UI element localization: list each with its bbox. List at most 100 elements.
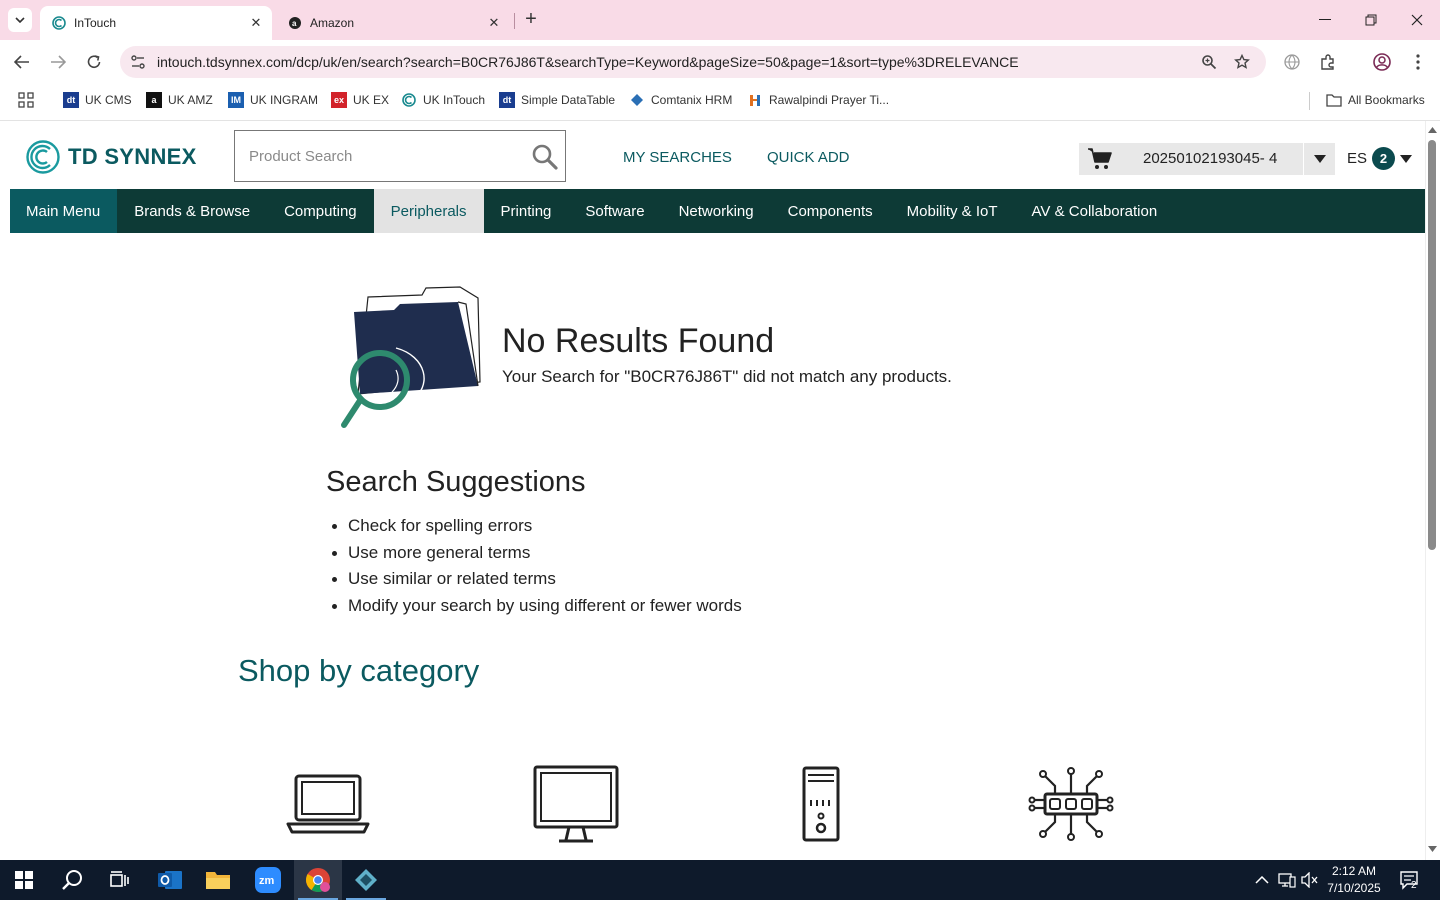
more-menu-icon[interactable]	[1408, 52, 1428, 72]
task-view-icon	[110, 871, 129, 887]
taskbar-search-button[interactable]	[48, 860, 96, 900]
restore-button[interactable]	[1348, 0, 1394, 40]
list-item: Modify your search by using different or…	[332, 594, 742, 621]
site-info-icon[interactable]	[130, 54, 146, 70]
bookmark-uk-cms[interactable]: dt UK CMS	[63, 92, 132, 108]
nav-mobility-iot[interactable]: Mobility & IoT	[890, 189, 1015, 233]
nav-software[interactable]: Software	[568, 189, 661, 233]
my-searches-link[interactable]: MY SEARCHES	[623, 149, 732, 166]
circuit-chip-icon[interactable]	[1028, 764, 1114, 842]
amazon-favicon-icon: a	[288, 16, 302, 30]
cart-selector[interactable]: 20250102193045- 4	[1079, 143, 1335, 175]
apps-icon[interactable]	[18, 92, 34, 108]
bookmarks-bar: dt UK CMS a UK AMZ IM UK INGRAM ex UK EX…	[0, 84, 1440, 116]
volume-muted-icon[interactable]	[1300, 860, 1320, 900]
bookmark-uk-amz[interactable]: a UK AMZ	[146, 92, 213, 108]
task-view-button[interactable]	[96, 860, 144, 900]
search-icon[interactable]	[531, 143, 559, 171]
bookmark-label: Rawalpindi Prayer Ti...	[769, 93, 890, 107]
arrow-left-icon	[14, 55, 29, 69]
new-tab-button[interactable]: +	[520, 8, 542, 32]
close-icon	[1411, 14, 1423, 26]
nav-brands-browse[interactable]: Brands & Browse	[117, 189, 267, 233]
bookmark-simple-datatable[interactable]: dt Simple DataTable	[499, 92, 615, 108]
intouch-favicon-icon	[401, 92, 417, 108]
bookmark-label: Comtanix HRM	[651, 93, 733, 107]
folder-icon	[1326, 92, 1342, 108]
scroll-down-arrow-icon[interactable]	[1428, 845, 1437, 853]
zoom-icon[interactable]	[1200, 53, 1218, 71]
windows-taskbar: zm 2:12 AM 7/10/2025 2	[0, 860, 1440, 900]
ex-favicon-icon: ex	[331, 92, 347, 108]
notification-icon	[1400, 871, 1418, 890]
monitor-icon[interactable]	[533, 764, 619, 844]
all-bookmarks-button[interactable]: All Bookmarks	[1326, 92, 1425, 108]
extensions-icon[interactable]	[1318, 52, 1338, 72]
profile-icon[interactable]	[1372, 52, 1392, 72]
nav-peripherals[interactable]: Peripherals	[373, 189, 484, 233]
clock-date: 7/10/2025	[1327, 881, 1381, 895]
ingram-favicon-icon: IM	[228, 92, 244, 108]
bookmark-uk-intouch[interactable]: UK InTouch	[401, 92, 485, 108]
caret-down-icon	[1313, 155, 1326, 163]
nav-av-collaboration[interactable]: AV & Collaboration	[1015, 189, 1175, 233]
bookmark-uk-ingram[interactable]: IM UK INGRAM	[228, 92, 318, 108]
bookmark-label: UK INGRAM	[250, 93, 319, 107]
cart-icon[interactable]	[1087, 147, 1113, 171]
bookmark-rawalpindi-prayer[interactable]: Rawalpindi Prayer Ti...	[747, 92, 889, 108]
caret-down-icon[interactable]	[1400, 155, 1412, 163]
cart-dropdown-button[interactable]	[1303, 143, 1335, 175]
bookmark-uk-ex[interactable]: ex UK EX	[331, 92, 389, 108]
close-tab-icon[interactable]: ✕	[484, 15, 504, 31]
scrollbar-thumb[interactable]	[1428, 140, 1436, 550]
nav-main-menu[interactable]: Main Menu	[10, 189, 118, 233]
close-window-button[interactable]	[1394, 0, 1440, 40]
taskbar-clock[interactable]: 2:12 AM 7/10/2025	[1320, 863, 1388, 897]
list-item: Use more general terms	[332, 541, 742, 568]
td-synnex-logo[interactable]: TD SYNNEX	[26, 140, 197, 174]
address-bar[interactable]: intouch.tdsynnex.com/dcp/uk/en/search?se…	[120, 46, 1266, 78]
nav-computing[interactable]: Computing	[267, 189, 374, 233]
start-button[interactable]	[0, 860, 48, 900]
nav-components[interactable]: Components	[771, 189, 890, 233]
bookmark-label: UK CMS	[85, 93, 132, 107]
laptop-icon[interactable]	[286, 764, 370, 834]
forward-button[interactable]	[46, 50, 70, 74]
minimize-icon	[1319, 19, 1331, 20]
taskbar-zoom[interactable]: zm	[244, 860, 292, 900]
quick-add-link[interactable]: QUICK ADD	[767, 149, 850, 166]
no-results-title: No Results Found	[502, 322, 775, 360]
product-search-input[interactable]	[249, 145, 519, 167]
tab-amazon[interactable]: a Amazon ✕	[276, 6, 510, 40]
desktop-tower-icon[interactable]	[802, 764, 840, 842]
nav-printing[interactable]: Printing	[484, 189, 569, 233]
scroll-up-arrow-icon[interactable]	[1428, 126, 1437, 134]
minimize-button[interactable]	[1302, 0, 1348, 40]
language-selector[interactable]: ES	[1347, 150, 1367, 167]
taskbar-outlook[interactable]	[146, 860, 194, 900]
network-icon[interactable]	[1276, 860, 1298, 900]
browser-tab-bar: InTouch ✕ a Amazon ✕ +	[0, 0, 1440, 40]
nav-networking[interactable]: Networking	[662, 189, 771, 233]
category-nav: Main Menu Brands & Browse Computing Peri…	[10, 189, 1425, 233]
close-tab-icon[interactable]: ✕	[246, 15, 266, 31]
taskbar-chrome[interactable]	[294, 860, 342, 900]
bookmark-star-icon[interactable]	[1233, 53, 1251, 71]
translate-icon[interactable]	[1282, 52, 1302, 72]
back-button[interactable]	[10, 50, 34, 74]
restore-icon	[1365, 14, 1377, 26]
taskbar-file-explorer[interactable]	[194, 860, 242, 900]
comtanix-favicon-icon	[629, 92, 645, 108]
no-results-message: Your Search for "B0CR76J86T" did not mat…	[502, 367, 952, 386]
bookmark-comtanix-hrm[interactable]: Comtanix HRM	[629, 92, 732, 108]
tab-intouch[interactable]: InTouch ✕	[40, 6, 272, 40]
tab-search-button[interactable]	[8, 8, 32, 32]
brand-name: TD SYNNEX	[68, 144, 197, 169]
reload-button[interactable]	[82, 50, 106, 74]
folder-icon	[206, 872, 230, 889]
notification-center-button[interactable]: 2	[1396, 860, 1424, 900]
shop-by-category-title: Shop by category	[238, 653, 480, 688]
taskbar-app[interactable]	[342, 860, 390, 900]
notification-badge[interactable]: 2	[1372, 147, 1395, 170]
tray-overflow-button[interactable]	[1252, 860, 1272, 900]
